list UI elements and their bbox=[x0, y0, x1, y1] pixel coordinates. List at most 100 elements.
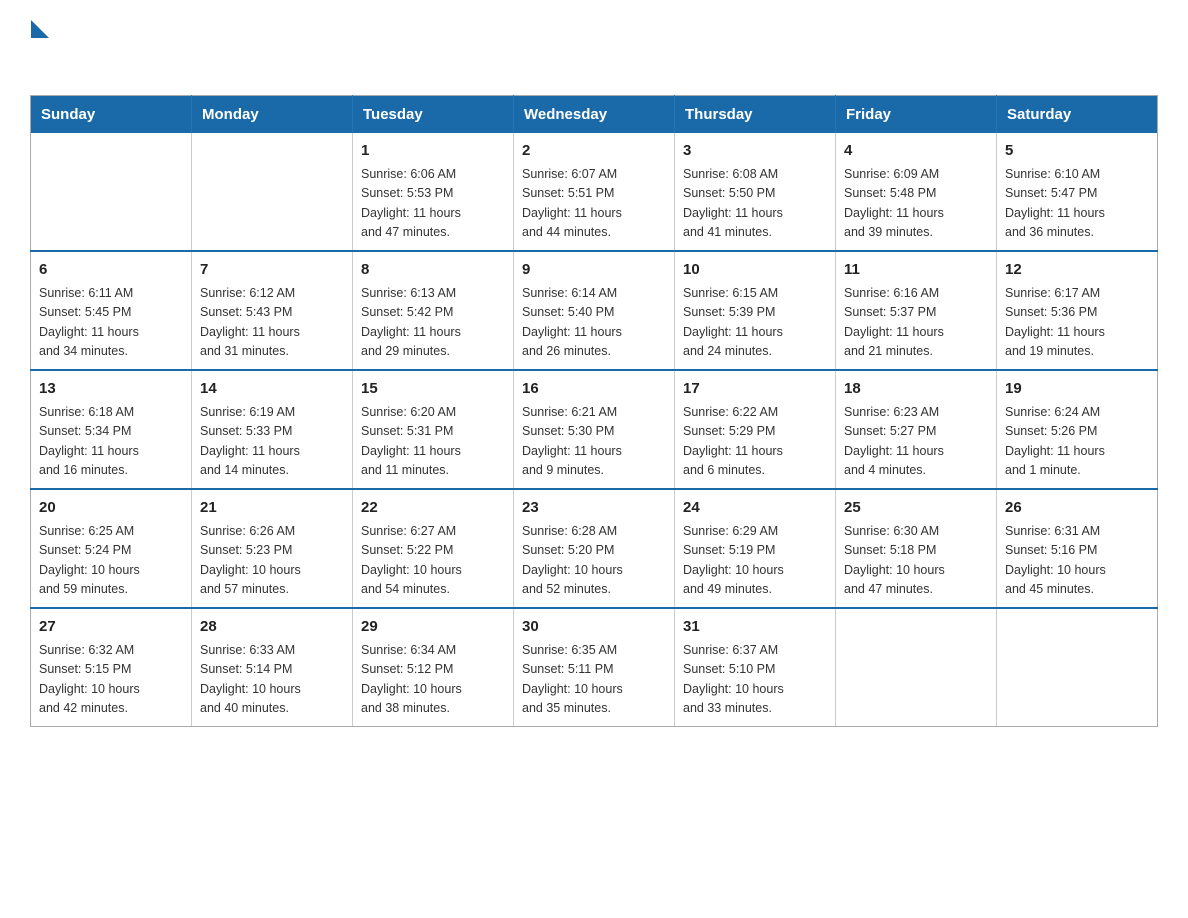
day-number: 7 bbox=[200, 259, 344, 282]
calendar-cell: 1Sunrise: 6:06 AM Sunset: 5:53 PM Daylig… bbox=[353, 133, 514, 251]
day-info: Sunrise: 6:14 AM Sunset: 5:40 PM Dayligh… bbox=[522, 284, 666, 362]
calendar-cell: 24Sunrise: 6:29 AM Sunset: 5:19 PM Dayli… bbox=[675, 489, 836, 608]
calendar-cell: 9Sunrise: 6:14 AM Sunset: 5:40 PM Daylig… bbox=[514, 251, 675, 370]
day-info: Sunrise: 6:32 AM Sunset: 5:15 PM Dayligh… bbox=[39, 641, 183, 719]
day-info: Sunrise: 6:23 AM Sunset: 5:27 PM Dayligh… bbox=[844, 403, 988, 481]
day-number: 24 bbox=[683, 497, 827, 520]
day-info: Sunrise: 6:19 AM Sunset: 5:33 PM Dayligh… bbox=[200, 403, 344, 481]
day-number: 14 bbox=[200, 378, 344, 401]
calendar-cell: 21Sunrise: 6:26 AM Sunset: 5:23 PM Dayli… bbox=[192, 489, 353, 608]
day-info: Sunrise: 6:27 AM Sunset: 5:22 PM Dayligh… bbox=[361, 522, 505, 600]
day-number: 27 bbox=[39, 616, 183, 639]
calendar-cell: 2Sunrise: 6:07 AM Sunset: 5:51 PM Daylig… bbox=[514, 133, 675, 251]
calendar-cell: 22Sunrise: 6:27 AM Sunset: 5:22 PM Dayli… bbox=[353, 489, 514, 608]
calendar-body: 1Sunrise: 6:06 AM Sunset: 5:53 PM Daylig… bbox=[31, 133, 1158, 727]
weekday-header-monday: Monday bbox=[192, 95, 353, 133]
day-number: 30 bbox=[522, 616, 666, 639]
weekday-header-tuesday: Tuesday bbox=[353, 95, 514, 133]
calendar-cell: 29Sunrise: 6:34 AM Sunset: 5:12 PM Dayli… bbox=[353, 608, 514, 727]
day-info: Sunrise: 6:22 AM Sunset: 5:29 PM Dayligh… bbox=[683, 403, 827, 481]
day-info: Sunrise: 6:11 AM Sunset: 5:45 PM Dayligh… bbox=[39, 284, 183, 362]
calendar-cell: 12Sunrise: 6:17 AM Sunset: 5:36 PM Dayli… bbox=[997, 251, 1158, 370]
day-number: 25 bbox=[844, 497, 988, 520]
page-header bbox=[30, 20, 1158, 77]
day-info: Sunrise: 6:08 AM Sunset: 5:50 PM Dayligh… bbox=[683, 165, 827, 243]
calendar-cell: 14Sunrise: 6:19 AM Sunset: 5:33 PM Dayli… bbox=[192, 370, 353, 489]
day-info: Sunrise: 6:35 AM Sunset: 5:11 PM Dayligh… bbox=[522, 641, 666, 719]
day-number: 16 bbox=[522, 378, 666, 401]
calendar-cell bbox=[836, 608, 997, 727]
calendar-header: SundayMondayTuesdayWednesdayThursdayFrid… bbox=[31, 95, 1158, 133]
day-number: 11 bbox=[844, 259, 988, 282]
day-number: 10 bbox=[683, 259, 827, 282]
calendar-cell: 23Sunrise: 6:28 AM Sunset: 5:20 PM Dayli… bbox=[514, 489, 675, 608]
day-number: 2 bbox=[522, 140, 666, 163]
calendar-cell bbox=[31, 133, 192, 251]
day-number: 22 bbox=[361, 497, 505, 520]
calendar-cell: 28Sunrise: 6:33 AM Sunset: 5:14 PM Dayli… bbox=[192, 608, 353, 727]
calendar-week-row: 20Sunrise: 6:25 AM Sunset: 5:24 PM Dayli… bbox=[31, 489, 1158, 608]
day-info: Sunrise: 6:24 AM Sunset: 5:26 PM Dayligh… bbox=[1005, 403, 1149, 481]
day-number: 3 bbox=[683, 140, 827, 163]
calendar-cell: 13Sunrise: 6:18 AM Sunset: 5:34 PM Dayli… bbox=[31, 370, 192, 489]
calendar-cell: 7Sunrise: 6:12 AM Sunset: 5:43 PM Daylig… bbox=[192, 251, 353, 370]
day-number: 13 bbox=[39, 378, 183, 401]
day-info: Sunrise: 6:34 AM Sunset: 5:12 PM Dayligh… bbox=[361, 641, 505, 719]
day-info: Sunrise: 6:30 AM Sunset: 5:18 PM Dayligh… bbox=[844, 522, 988, 600]
calendar-cell: 18Sunrise: 6:23 AM Sunset: 5:27 PM Dayli… bbox=[836, 370, 997, 489]
calendar-cell: 30Sunrise: 6:35 AM Sunset: 5:11 PM Dayli… bbox=[514, 608, 675, 727]
day-info: Sunrise: 6:09 AM Sunset: 5:48 PM Dayligh… bbox=[844, 165, 988, 243]
calendar-week-row: 27Sunrise: 6:32 AM Sunset: 5:15 PM Dayli… bbox=[31, 608, 1158, 727]
calendar-cell: 3Sunrise: 6:08 AM Sunset: 5:50 PM Daylig… bbox=[675, 133, 836, 251]
calendar-cell: 17Sunrise: 6:22 AM Sunset: 5:29 PM Dayli… bbox=[675, 370, 836, 489]
day-number: 1 bbox=[361, 140, 505, 163]
day-number: 19 bbox=[1005, 378, 1149, 401]
calendar-cell bbox=[997, 608, 1158, 727]
day-number: 12 bbox=[1005, 259, 1149, 282]
day-number: 26 bbox=[1005, 497, 1149, 520]
calendar-cell: 6Sunrise: 6:11 AM Sunset: 5:45 PM Daylig… bbox=[31, 251, 192, 370]
day-number: 28 bbox=[200, 616, 344, 639]
day-number: 15 bbox=[361, 378, 505, 401]
calendar-cell: 15Sunrise: 6:20 AM Sunset: 5:31 PM Dayli… bbox=[353, 370, 514, 489]
weekday-header-wednesday: Wednesday bbox=[514, 95, 675, 133]
day-info: Sunrise: 6:31 AM Sunset: 5:16 PM Dayligh… bbox=[1005, 522, 1149, 600]
weekday-header-friday: Friday bbox=[836, 95, 997, 133]
calendar-cell: 20Sunrise: 6:25 AM Sunset: 5:24 PM Dayli… bbox=[31, 489, 192, 608]
day-info: Sunrise: 6:16 AM Sunset: 5:37 PM Dayligh… bbox=[844, 284, 988, 362]
day-info: Sunrise: 6:13 AM Sunset: 5:42 PM Dayligh… bbox=[361, 284, 505, 362]
calendar-cell: 5Sunrise: 6:10 AM Sunset: 5:47 PM Daylig… bbox=[997, 133, 1158, 251]
day-number: 29 bbox=[361, 616, 505, 639]
day-info: Sunrise: 6:17 AM Sunset: 5:36 PM Dayligh… bbox=[1005, 284, 1149, 362]
day-info: Sunrise: 6:33 AM Sunset: 5:14 PM Dayligh… bbox=[200, 641, 344, 719]
day-number: 5 bbox=[1005, 140, 1149, 163]
day-info: Sunrise: 6:10 AM Sunset: 5:47 PM Dayligh… bbox=[1005, 165, 1149, 243]
calendar-table: SundayMondayTuesdayWednesdayThursdayFrid… bbox=[30, 95, 1158, 727]
day-number: 23 bbox=[522, 497, 666, 520]
calendar-cell: 26Sunrise: 6:31 AM Sunset: 5:16 PM Dayli… bbox=[997, 489, 1158, 608]
day-info: Sunrise: 6:18 AM Sunset: 5:34 PM Dayligh… bbox=[39, 403, 183, 481]
calendar-week-row: 1Sunrise: 6:06 AM Sunset: 5:53 PM Daylig… bbox=[31, 133, 1158, 251]
day-number: 9 bbox=[522, 259, 666, 282]
weekday-header-sunday: Sunday bbox=[31, 95, 192, 133]
calendar-cell: 8Sunrise: 6:13 AM Sunset: 5:42 PM Daylig… bbox=[353, 251, 514, 370]
day-number: 17 bbox=[683, 378, 827, 401]
weekday-header-saturday: Saturday bbox=[997, 95, 1158, 133]
day-number: 6 bbox=[39, 259, 183, 282]
day-number: 31 bbox=[683, 616, 827, 639]
calendar-cell: 31Sunrise: 6:37 AM Sunset: 5:10 PM Dayli… bbox=[675, 608, 836, 727]
day-number: 21 bbox=[200, 497, 344, 520]
calendar-week-row: 13Sunrise: 6:18 AM Sunset: 5:34 PM Dayli… bbox=[31, 370, 1158, 489]
day-info: Sunrise: 6:07 AM Sunset: 5:51 PM Dayligh… bbox=[522, 165, 666, 243]
day-info: Sunrise: 6:26 AM Sunset: 5:23 PM Dayligh… bbox=[200, 522, 344, 600]
calendar-cell: 27Sunrise: 6:32 AM Sunset: 5:15 PM Dayli… bbox=[31, 608, 192, 727]
day-number: 8 bbox=[361, 259, 505, 282]
calendar-cell: 16Sunrise: 6:21 AM Sunset: 5:30 PM Dayli… bbox=[514, 370, 675, 489]
day-number: 4 bbox=[844, 140, 988, 163]
calendar-cell bbox=[192, 133, 353, 251]
calendar-cell: 25Sunrise: 6:30 AM Sunset: 5:18 PM Dayli… bbox=[836, 489, 997, 608]
calendar-cell: 19Sunrise: 6:24 AM Sunset: 5:26 PM Dayli… bbox=[997, 370, 1158, 489]
logo-arrow-icon bbox=[31, 20, 49, 38]
day-info: Sunrise: 6:28 AM Sunset: 5:20 PM Dayligh… bbox=[522, 522, 666, 600]
weekday-header-thursday: Thursday bbox=[675, 95, 836, 133]
